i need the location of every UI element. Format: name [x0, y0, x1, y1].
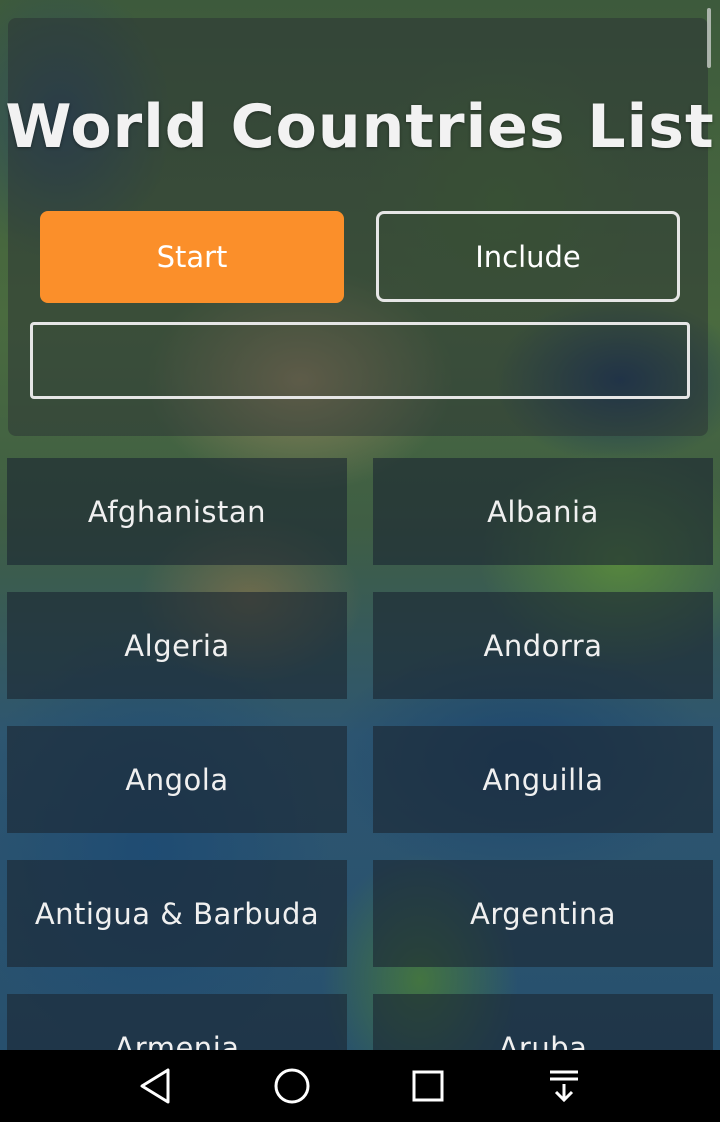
app-screen: World Countries List Start Include Afgha… — [0, 0, 720, 1122]
recents-icon[interactable] — [398, 1062, 458, 1110]
page-title: World Countries List — [5, 92, 715, 162]
start-button[interactable]: Start — [40, 211, 344, 303]
country-item-anguilla[interactable]: Anguilla — [373, 726, 713, 833]
country-item-algeria[interactable]: Algeria — [7, 592, 347, 699]
home-icon[interactable] — [262, 1062, 322, 1110]
country-item-andorra[interactable]: Andorra — [373, 592, 713, 699]
include-button[interactable]: Include — [376, 211, 680, 302]
country-item-angola[interactable]: Angola — [7, 726, 347, 833]
system-navigation-bar — [0, 1050, 720, 1122]
notifications-pull-icon[interactable] — [534, 1062, 594, 1110]
country-item-albania[interactable]: Albania — [373, 458, 713, 565]
back-icon[interactable] — [126, 1062, 186, 1110]
country-item-afghanistan[interactable]: Afghanistan — [7, 458, 347, 565]
country-item-antigua-barbuda[interactable]: Antigua & Barbuda — [7, 860, 347, 967]
country-item-argentina[interactable]: Argentina — [373, 860, 713, 967]
scrollbar[interactable] — [707, 8, 711, 68]
search-input[interactable] — [30, 322, 690, 399]
